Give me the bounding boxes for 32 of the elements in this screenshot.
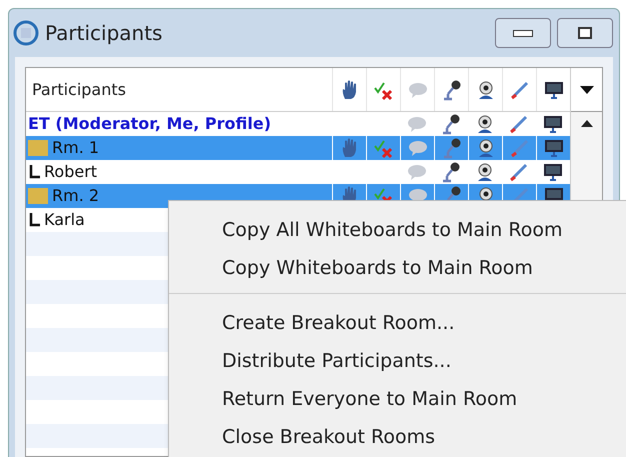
folder-icon: [28, 188, 48, 204]
participant-row[interactable]: Rm. 1: [26, 136, 570, 160]
monitor-icon: [542, 161, 564, 183]
participant-name: Rm. 1: [52, 137, 100, 159]
microphone-icon: [440, 161, 462, 183]
pen-icon: [508, 137, 530, 159]
participant-name: ET (Moderator, Me, Profile): [28, 113, 271, 135]
menu-item[interactable]: Copy Whiteboards to Main Room: [169, 249, 626, 287]
app-logo-icon: [13, 20, 39, 46]
participant-name: Rm. 2: [52, 185, 100, 207]
monitor-icon: [542, 137, 564, 159]
menu-item[interactable]: Create Breakout Room...: [169, 304, 626, 342]
dropdown-button[interactable]: [571, 68, 602, 112]
menu-item[interactable]: Return Everyone to Main Room: [169, 380, 626, 418]
folder-icon: [28, 140, 48, 156]
minimize-button[interactable]: [495, 18, 551, 48]
tree-branch-icon: [28, 165, 40, 179]
column-header: Participants: [31, 78, 127, 100]
scroll-up-icon[interactable]: [580, 120, 592, 127]
microphone-icon: [440, 113, 462, 135]
participant-name: Karla: [44, 209, 85, 231]
participant-name: Robert: [44, 161, 98, 183]
monitor-icon: [542, 113, 564, 135]
window-title: Participants: [45, 20, 162, 47]
tree-branch-icon: [28, 213, 40, 227]
pen-icon: [508, 113, 530, 135]
pen-icon: [508, 161, 530, 183]
caret-icon: [580, 86, 594, 94]
menu-item[interactable]: Distribute Participants...: [169, 342, 626, 380]
menu-item[interactable]: Close Breakout Rooms: [169, 418, 626, 456]
maximize-button[interactable]: [557, 18, 613, 48]
menu-item[interactable]: Copy All Whiteboards to Main Room: [169, 211, 626, 249]
